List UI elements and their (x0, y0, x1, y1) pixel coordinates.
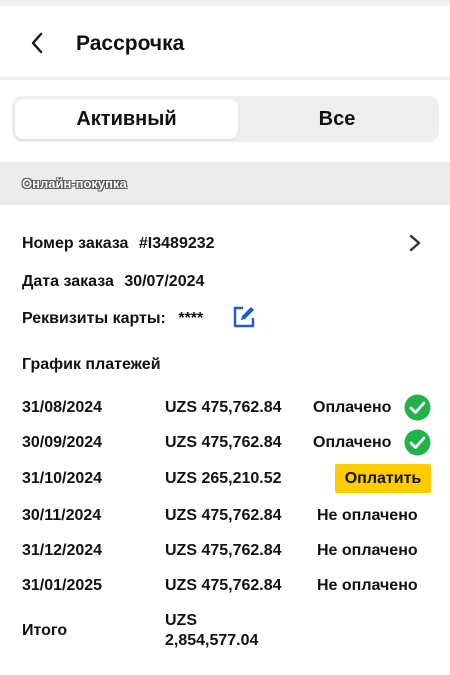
check-circle-icon (404, 429, 431, 456)
payment-amount: UZS 475,762.84 (165, 434, 282, 451)
chevron-left-icon (31, 32, 43, 54)
order-number-row[interactable]: Номер заказа #I3489232 (22, 235, 215, 253)
payment-status: Не оплачено (317, 507, 418, 524)
order-number-value: #I3489232 (138, 235, 215, 252)
chevron-right-icon[interactable] (406, 233, 424, 253)
pay-button[interactable]: Оплатить (335, 464, 431, 493)
page-title: Рассрочка (76, 32, 185, 55)
payment-amount: UZS 475,762.84 (165, 507, 282, 524)
app-header: Рассрочка (0, 6, 450, 80)
total-label: Итого (22, 622, 68, 639)
check-circle-icon (404, 394, 431, 421)
payment-status: Оплачено (313, 399, 392, 416)
payment-row: 31/12/2024 UZS 475,762.84 Не оплачено (0, 536, 450, 566)
payment-status: Не оплачено (317, 577, 418, 594)
payment-amount: UZS 475,762.84 (165, 542, 282, 559)
tab-active[interactable]: Активный (15, 99, 238, 139)
payment-date: 31/10/2024 (22, 470, 103, 487)
payment-amount: UZS 475,762.84 (165, 577, 282, 594)
schedule-title: График платежей (22, 356, 161, 373)
payment-row: 30/11/2024 UZS 475,762.84 Не оплачено (0, 501, 450, 531)
payment-date: 31/01/2025 (22, 577, 103, 594)
order-date-row: Дата заказа 30/07/2024 (22, 273, 204, 291)
payment-date: 30/09/2024 (22, 434, 103, 451)
payment-date: 30/11/2024 (22, 507, 102, 524)
payment-status: Не оплачено (317, 542, 418, 559)
tab-switcher: Активный Все (12, 96, 439, 142)
payment-amount: UZS 475,762.84 (165, 399, 282, 416)
total-value: 2,854,577.04 (165, 632, 259, 649)
payment-row: 30/09/2024 UZS 475,762.84 Оплачено (0, 428, 450, 458)
payment-date: 31/12/2024 (22, 542, 103, 559)
section-label: Онлайн-покупка (22, 176, 127, 191)
tab-all[interactable]: Все (238, 99, 436, 139)
payment-row: 31/01/2025 UZS 475,762.84 Не оплачено (0, 571, 450, 601)
total-currency: UZS (165, 612, 197, 629)
order-date-value: 30/07/2024 (124, 273, 205, 290)
order-date-label: Дата заказа (22, 273, 114, 290)
payment-row: 31/08/2024 UZS 475,762.84 Оплачено (0, 393, 450, 423)
back-button[interactable] (22, 28, 52, 58)
payment-date: 31/08/2024 (22, 399, 103, 416)
payment-status: Оплачено (313, 434, 392, 451)
edit-icon[interactable] (231, 304, 257, 330)
card-details-row: Реквизиты карты: **** (22, 310, 203, 328)
card-details-label: Реквизиты карты: (22, 310, 166, 327)
payment-amount: UZS 265,210.52 (165, 470, 282, 487)
section-header: Онлайн-покупка (0, 162, 450, 205)
payment-row: 31/10/2024 UZS 265,210.52 Оплатить (0, 464, 450, 494)
order-number-label: Номер заказа (22, 235, 129, 252)
card-details-value: **** (178, 310, 204, 327)
